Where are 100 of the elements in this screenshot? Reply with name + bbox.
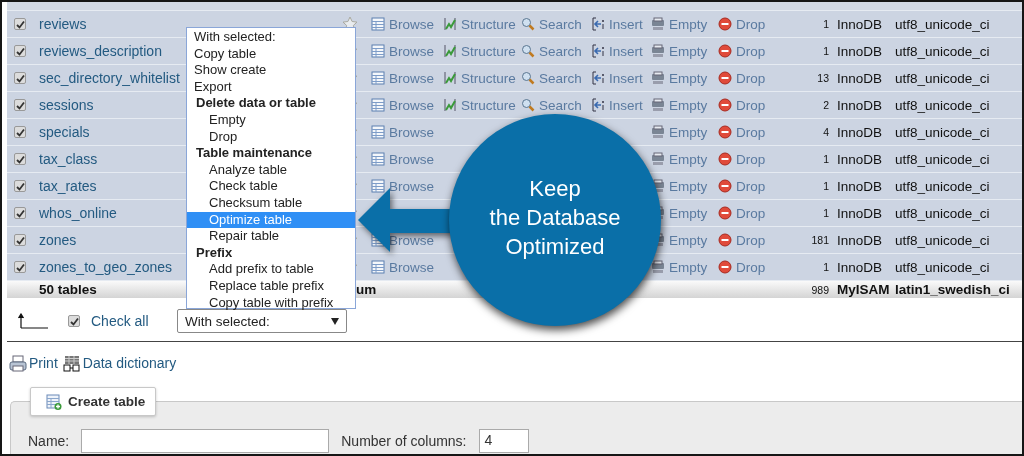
delete-icon [718, 152, 732, 166]
action-link[interactable]: Browse [389, 259, 434, 275]
shredder-icon [651, 98, 665, 112]
action-link[interactable]: Empty [669, 205, 708, 221]
menu-item[interactable]: Add prefix to table [187, 261, 355, 278]
menu-item[interactable]: Check table [187, 178, 355, 195]
menu-item[interactable]: Analyze table [187, 161, 355, 179]
delete-icon [718, 125, 732, 139]
action-link[interactable]: Drop [736, 43, 766, 59]
shredder-icon [651, 260, 665, 274]
checkbox[interactable] [14, 261, 26, 273]
action-link[interactable]: Search [539, 97, 582, 113]
action-link[interactable]: Empty [669, 151, 708, 167]
action-link[interactable]: Empty [669, 97, 708, 113]
menu-item[interactable]: Empty [187, 111, 355, 129]
checkbox[interactable] [14, 234, 26, 246]
menu-group-label: Delete data or table [195, 95, 317, 112]
action-link[interactable]: Browse [389, 70, 434, 86]
delete-icon [718, 17, 732, 31]
action-link[interactable]: Empty [669, 124, 708, 140]
menu-item[interactable]: Show create [187, 62, 355, 79]
action-link[interactable]: Browse [389, 178, 434, 194]
checkbox[interactable] [14, 126, 26, 138]
action-link[interactable]: Structure [461, 43, 516, 59]
row-count: 1 [822, 45, 830, 57]
action-link[interactable]: Browse [389, 43, 434, 59]
action-link[interactable]: Drop [736, 97, 766, 113]
action-link[interactable]: Insert [609, 43, 643, 59]
action-link[interactable]: Search [539, 70, 582, 86]
checkmark-icon [15, 208, 25, 218]
menu-item[interactable]: Copy table with prefix [187, 294, 355, 312]
columns-input[interactable]: 4 [478, 429, 529, 453]
callout-text: Keep the Database Optimized [488, 175, 622, 261]
action-link[interactable]: Empty [669, 232, 708, 248]
delete-icon [718, 98, 732, 112]
action-link[interactable]: Drop [736, 232, 766, 248]
checkbox[interactable] [14, 153, 26, 165]
action-link[interactable]: Empty [669, 259, 708, 275]
insert-icon [591, 17, 605, 31]
checkbox[interactable] [14, 45, 26, 57]
action-link[interactable]: Drop [736, 151, 766, 167]
menu-item[interactable]: Copy table [187, 45, 355, 63]
action-link[interactable]: Empty [669, 70, 708, 86]
action-link[interactable]: Browse [389, 151, 434, 167]
action-link[interactable]: Empty [669, 178, 708, 194]
action-link[interactable]: Search [539, 16, 582, 32]
action-link[interactable]: Insert [609, 97, 643, 113]
action-link[interactable]: Structure [461, 70, 516, 86]
action-link[interactable]: Drop [736, 178, 766, 194]
checkmark-icon [69, 316, 79, 326]
with-selected-dropdown[interactable]: With selected: [177, 309, 347, 333]
checkbox[interactable] [14, 207, 26, 219]
check-all-link[interactable]: Check all [91, 313, 177, 329]
toolbar-link[interactable]: Print [29, 355, 58, 371]
row-count: 2 [822, 99, 830, 111]
action-link[interactable]: Drop [736, 124, 766, 140]
action-link[interactable]: Drop [736, 205, 766, 221]
action-link[interactable]: Insert [609, 16, 643, 32]
row-count: 1 [822, 153, 830, 165]
action-link[interactable]: Browse [389, 97, 434, 113]
menu-item[interactable]: Replace table prefix [187, 277, 355, 295]
action-link[interactable]: Empty [669, 43, 708, 59]
checkbox[interactable] [14, 180, 26, 192]
action-link[interactable]: Drop [736, 259, 766, 275]
checkbox[interactable] [68, 315, 80, 327]
engine-text: InnoDB [836, 259, 884, 275]
action-link[interactable]: Structure [461, 16, 516, 32]
insert-icon [591, 98, 605, 112]
menu-item[interactable]: Checksum table [187, 194, 355, 212]
checkbox[interactable] [14, 72, 26, 84]
corner-arrow-icon [18, 313, 48, 329]
action-link[interactable]: Browse [389, 16, 434, 32]
delete-icon [718, 233, 732, 247]
menu-group-label: Prefix [195, 244, 234, 262]
action-link[interactable]: Insert [609, 70, 643, 86]
action-link[interactable]: Drop [736, 16, 766, 32]
table-icon [371, 152, 385, 166]
menu-item[interactable]: With selected: [187, 29, 355, 46]
name-input[interactable] [81, 429, 330, 453]
action-link[interactable]: Empty [669, 16, 708, 32]
row-count: 989 [810, 283, 830, 296]
table-icon [371, 260, 385, 274]
checkmark-icon [15, 154, 25, 164]
checkbox[interactable] [14, 18, 26, 30]
engine-text: InnoDB [836, 16, 884, 32]
action-link[interactable]: Search [539, 43, 582, 59]
toolbar-link[interactable]: Data dictionary [82, 355, 177, 371]
action-link[interactable]: Browse [389, 124, 434, 140]
checkbox[interactable] [14, 99, 26, 111]
printer-icon [9, 354, 27, 372]
dictionary-icon [62, 354, 81, 372]
engine-text: InnoDB [836, 70, 884, 86]
menu-item[interactable]: Export [187, 78, 355, 96]
menu-item[interactable]: Repair table [187, 228, 355, 245]
menu-item[interactable]: Optimize table [187, 211, 355, 229]
create-table-button[interactable]: Create table [30, 387, 157, 416]
action-link[interactable]: Structure [461, 97, 516, 113]
action-link[interactable]: Drop [736, 70, 766, 86]
shredder-icon [651, 152, 665, 166]
menu-item[interactable]: Drop [187, 128, 355, 146]
